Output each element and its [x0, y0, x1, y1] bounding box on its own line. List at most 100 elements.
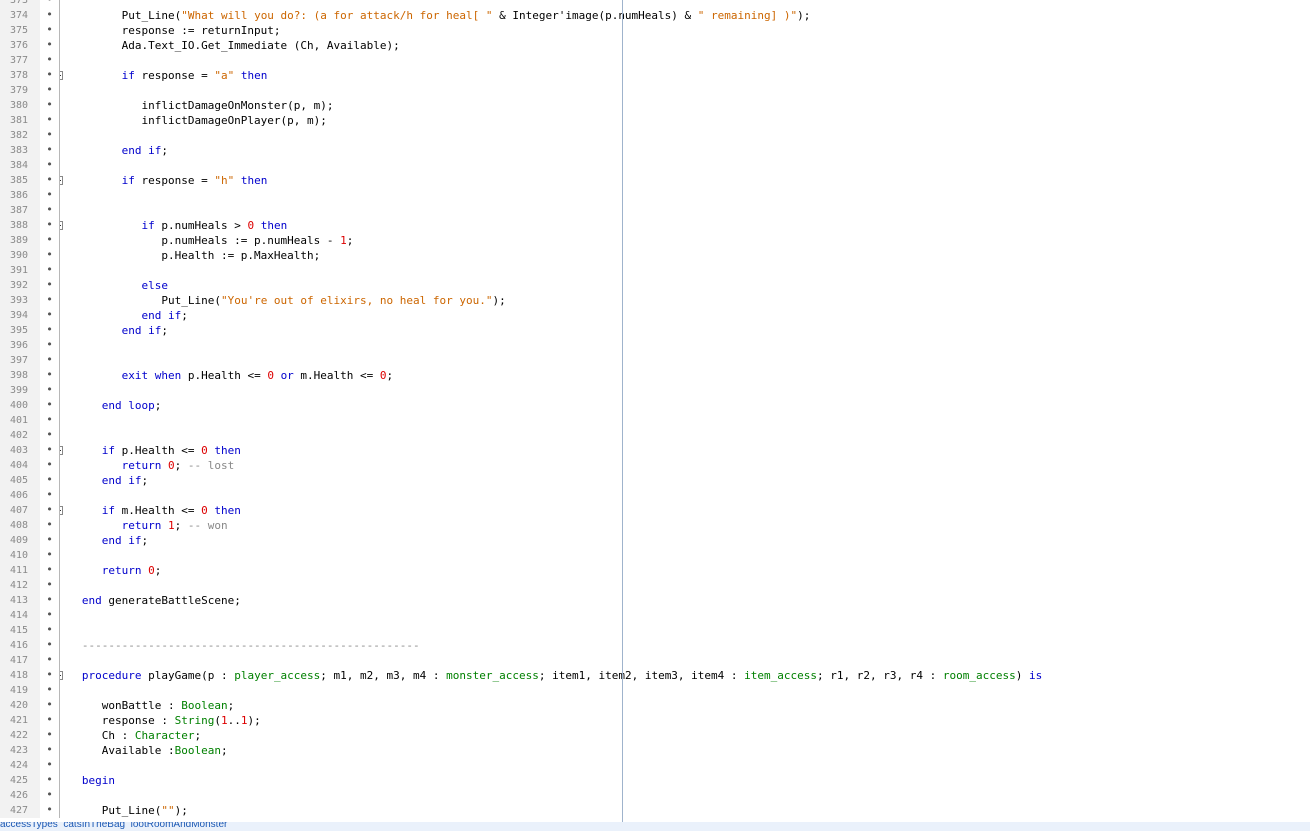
code-line[interactable]: 419 •	[0, 683, 1310, 698]
code-line[interactable]: 400 • end loop;	[0, 398, 1310, 413]
code-line[interactable]: 402 •	[0, 428, 1310, 443]
breakpoint-dot-icon[interactable]: •	[40, 608, 60, 623]
code-line[interactable]: 406 •	[0, 488, 1310, 503]
breakpoint-dot-icon[interactable]: •	[40, 653, 60, 668]
breakpoint-dot-icon[interactable]: •	[40, 668, 60, 683]
function-list-text[interactable]: accessTypes catsInTheBag lootRoomAndMons…	[0, 822, 227, 830]
breakpoint-dot-icon[interactable]: •	[40, 428, 60, 443]
code-line[interactable]: 389 • p.numHeals := p.numHeals - 1;	[0, 233, 1310, 248]
breakpoint-dot-icon[interactable]: •	[40, 113, 60, 128]
breakpoint-dot-icon[interactable]: •	[40, 53, 60, 68]
breakpoint-dot-icon[interactable]: •	[40, 143, 60, 158]
code-line[interactable]: 409 • end if;	[0, 533, 1310, 548]
breakpoint-dot-icon[interactable]: •	[40, 443, 60, 458]
code-line[interactable]: 405 • end if;	[0, 473, 1310, 488]
breakpoint-dot-icon[interactable]: •	[40, 593, 60, 608]
breakpoint-dot-icon[interactable]: •	[40, 38, 60, 53]
breakpoint-dot-icon[interactable]: •	[40, 188, 60, 203]
breakpoint-dot-icon[interactable]: •	[40, 788, 60, 803]
breakpoint-dot-icon[interactable]: •	[40, 473, 60, 488]
code-line[interactable]: 378 • if response = "a" then	[0, 68, 1310, 83]
breakpoint-dot-icon[interactable]: •	[40, 278, 60, 293]
breakpoint-dot-icon[interactable]: •	[40, 233, 60, 248]
code-line[interactable]: 416 • -----------------------------------…	[0, 638, 1310, 653]
breakpoint-dot-icon[interactable]: •	[40, 173, 60, 188]
code-line[interactable]: 373 •	[0, 0, 1310, 8]
breakpoint-dot-icon[interactable]: •	[40, 398, 60, 413]
code-line[interactable]: 426 •	[0, 788, 1310, 803]
code-line[interactable]: 408 • return 1; -- won	[0, 518, 1310, 533]
code-line[interactable]: 390 • p.Health := p.MaxHealth;	[0, 248, 1310, 263]
code-line[interactable]: 401 •	[0, 413, 1310, 428]
breakpoint-dot-icon[interactable]: •	[40, 743, 60, 758]
breakpoint-dot-icon[interactable]: •	[40, 503, 60, 518]
code-line[interactable]: 397 •	[0, 353, 1310, 368]
breakpoint-dot-icon[interactable]: •	[40, 353, 60, 368]
code-line[interactable]: 395 • end if;	[0, 323, 1310, 338]
breakpoint-dot-icon[interactable]: •	[40, 563, 60, 578]
code-line[interactable]: 376 • Ada.Text_IO.Get_Immediate (Ch, Avai…	[0, 38, 1310, 53]
breakpoint-dot-icon[interactable]: •	[40, 548, 60, 563]
breakpoint-dot-icon[interactable]: •	[40, 578, 60, 593]
breakpoint-dot-icon[interactable]: •	[40, 773, 60, 788]
code-line[interactable]: 422 • Ch : Character;	[0, 728, 1310, 743]
code-line[interactable]: 420 • wonBattle : Boolean;	[0, 698, 1310, 713]
breakpoint-dot-icon[interactable]: •	[40, 803, 60, 818]
code-line[interactable]: 415 •	[0, 623, 1310, 638]
breakpoint-dot-icon[interactable]: •	[40, 158, 60, 173]
breakpoint-dot-icon[interactable]: •	[40, 8, 60, 23]
breakpoint-dot-icon[interactable]: •	[40, 758, 60, 773]
breakpoint-dot-icon[interactable]: •	[40, 518, 60, 533]
code-line[interactable]: 407 • if m.Health <= 0 then	[0, 503, 1310, 518]
code-line[interactable]: 417 •	[0, 653, 1310, 668]
code-line[interactable]: 377 •	[0, 53, 1310, 68]
breakpoint-dot-icon[interactable]: •	[40, 638, 60, 653]
code-line[interactable]: 383 • end if;	[0, 143, 1310, 158]
code-line[interactable]: 427 • Put_Line("");	[0, 803, 1310, 818]
breakpoint-dot-icon[interactable]: •	[40, 713, 60, 728]
code-line[interactable]: 388 • if p.numHeals > 0 then	[0, 218, 1310, 233]
code-line[interactable]: 381 • inflictDamageOnPlayer(p, m);	[0, 113, 1310, 128]
breakpoint-dot-icon[interactable]: •	[40, 308, 60, 323]
breakpoint-dot-icon[interactable]: •	[40, 293, 60, 308]
code-line[interactable]: 412 •	[0, 578, 1310, 593]
code-line[interactable]: 410 •	[0, 548, 1310, 563]
breakpoint-dot-icon[interactable]: •	[40, 458, 60, 473]
breakpoint-dot-icon[interactable]: •	[40, 698, 60, 713]
breakpoint-dot-icon[interactable]: •	[40, 0, 60, 8]
breakpoint-dot-icon[interactable]: •	[40, 383, 60, 398]
breakpoint-dot-icon[interactable]: •	[40, 23, 60, 38]
code-line[interactable]: 418 • procedure playGame(p : player_acces…	[0, 668, 1310, 683]
code-line[interactable]: 392 • else	[0, 278, 1310, 293]
code-line[interactable]: 425 • begin	[0, 773, 1310, 788]
breakpoint-dot-icon[interactable]: •	[40, 623, 60, 638]
code-line[interactable]: 391 •	[0, 263, 1310, 278]
code-line[interactable]: 413 • end generateBattleScene;	[0, 593, 1310, 608]
breakpoint-dot-icon[interactable]: •	[40, 488, 60, 503]
code-line[interactable]: 414 •	[0, 608, 1310, 623]
breakpoint-dot-icon[interactable]: •	[40, 83, 60, 98]
code-line[interactable]: 424 •	[0, 758, 1310, 773]
code-line[interactable]: 411 • return 0;	[0, 563, 1310, 578]
code-line[interactable]: 423 • Available :Boolean;	[0, 743, 1310, 758]
code-line[interactable]: 421 • response : String(1..1);	[0, 713, 1310, 728]
code-line[interactable]: 398 • exit when p.Health <= 0 or m.Health…	[0, 368, 1310, 383]
breakpoint-dot-icon[interactable]: •	[40, 203, 60, 218]
code-line[interactable]: 387 •	[0, 203, 1310, 218]
breakpoint-dot-icon[interactable]: •	[40, 218, 60, 233]
code-line[interactable]: 404 • return 0; -- lost	[0, 458, 1310, 473]
code-line[interactable]: 382 •	[0, 128, 1310, 143]
breakpoint-dot-icon[interactable]: •	[40, 338, 60, 353]
code-line[interactable]: 384 •	[0, 158, 1310, 173]
code-line[interactable]: 399 •	[0, 383, 1310, 398]
breakpoint-dot-icon[interactable]: •	[40, 413, 60, 428]
code-line[interactable]: 394 • end if;	[0, 308, 1310, 323]
breakpoint-dot-icon[interactable]: •	[40, 533, 60, 548]
code-editor[interactable]: 373•374• Put_Line("What will you do?: (a…	[0, 0, 1310, 822]
code-line[interactable]: 386 •	[0, 188, 1310, 203]
breakpoint-dot-icon[interactable]: •	[40, 128, 60, 143]
breakpoint-dot-icon[interactable]: •	[40, 68, 60, 83]
code-line[interactable]: 379 •	[0, 83, 1310, 98]
code-line[interactable]: 393 • Put_Line("You're out of elixirs, no…	[0, 293, 1310, 308]
code-line[interactable]: 375 • response := returnInput;	[0, 23, 1310, 38]
